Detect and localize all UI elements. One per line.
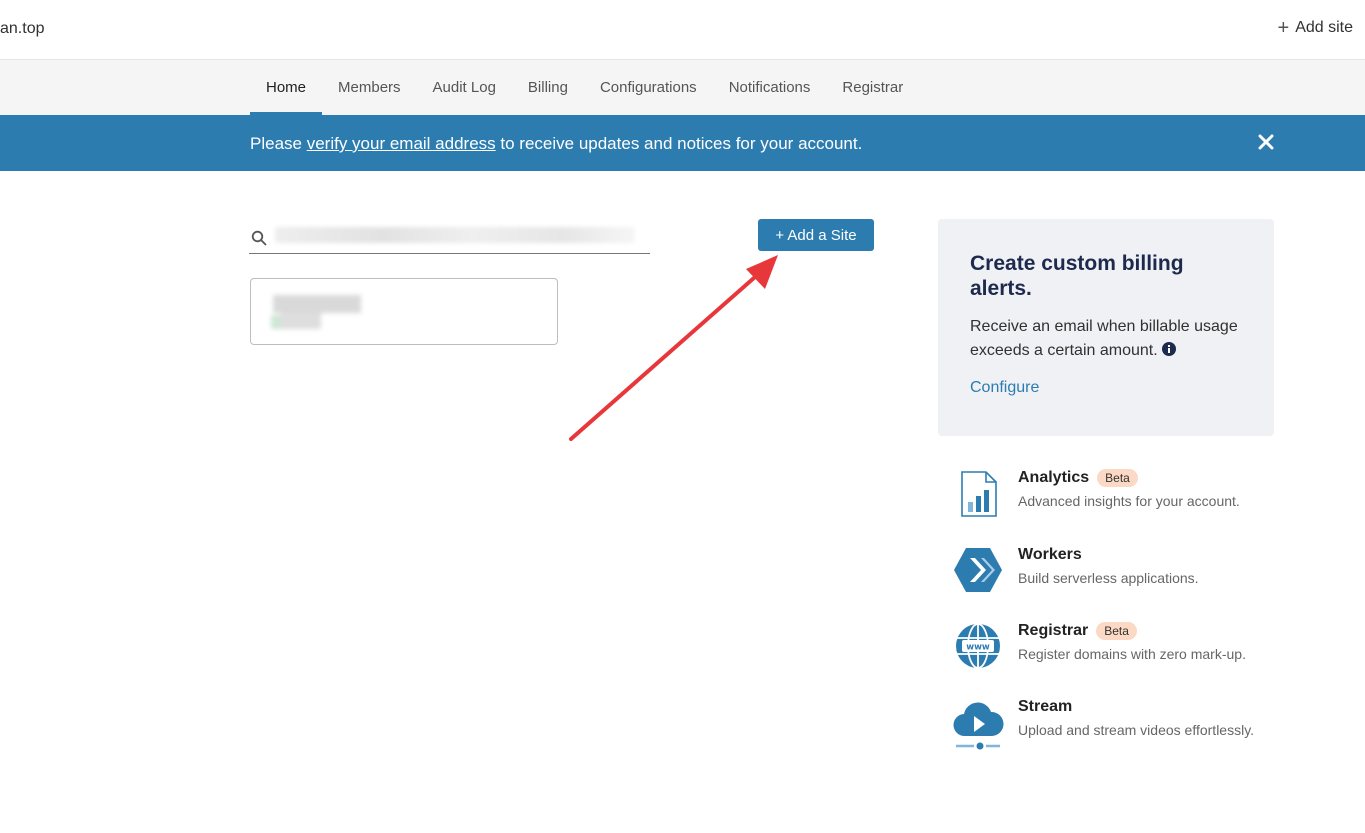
billing-card-description: Receive an email when billable usage exc…	[970, 315, 1242, 363]
workers-icon	[954, 548, 1002, 592]
stream-title-text: Stream	[1018, 698, 1073, 715]
product-stream[interactable]: Stream Upload and stream videos effortle…	[952, 698, 1282, 758]
tab-configurations[interactable]: Configurations	[584, 60, 713, 115]
banner-suffix: to receive updates and notices for your …	[495, 134, 863, 153]
billing-card-desc-text: Receive an email when billable usage exc…	[970, 318, 1238, 359]
product-workers-description: Build serverless applications.	[1018, 570, 1199, 586]
tab-home[interactable]: Home	[250, 60, 323, 115]
plus-icon: +	[1277, 17, 1290, 39]
annotation-arrow	[569, 255, 778, 441]
redacted-site-name	[263, 293, 361, 333]
tab-audit-log[interactable]: Audit Log	[417, 60, 512, 115]
product-registrar-description: Register domains with zero mark-up.	[1018, 646, 1246, 662]
nav-bar: Home Members Audit Log Billing Configura…	[0, 60, 1365, 115]
configure-link[interactable]: Configure	[970, 379, 1242, 397]
verify-email-banner: Please verify your email address to rece…	[0, 115, 1365, 171]
product-stream-title: Stream	[1018, 698, 1072, 716]
banner-prefix: Please	[250, 134, 307, 153]
product-registrar[interactable]: www Registrar Beta Register domains with…	[952, 622, 1282, 682]
search-icon	[251, 230, 267, 246]
tab-registrar[interactable]: Registrar	[826, 60, 919, 115]
close-icon[interactable]	[1255, 131, 1277, 153]
billing-card-title: Create custom billing alerts.	[970, 252, 1184, 300]
verify-email-link[interactable]: verify your email address	[307, 134, 496, 153]
info-icon[interactable]	[1161, 342, 1176, 356]
beta-badge: Beta	[1096, 622, 1137, 640]
product-workers[interactable]: Workers Build serverless applications.	[952, 546, 1282, 606]
top-add-site-link[interactable]: + Add site	[1277, 17, 1354, 39]
beta-badge: Beta	[1097, 469, 1138, 487]
svg-text:www: www	[966, 643, 990, 653]
tab-notifications[interactable]: Notifications	[713, 60, 827, 115]
tab-billing[interactable]: Billing	[512, 60, 584, 115]
product-registrar-title: Registrar Beta	[1018, 622, 1137, 640]
banner-message: Please verify your email address to rece…	[250, 134, 862, 154]
product-stream-description: Upload and stream videos effortlessly.	[1018, 722, 1255, 738]
top-bar: an.top + Add site	[0, 0, 1365, 60]
registrar-globe-icon: www	[956, 623, 1000, 669]
product-workers-title: Workers	[1018, 546, 1082, 564]
stream-icon	[953, 702, 1004, 750]
registrar-title-text: Registrar	[1018, 622, 1089, 639]
account-name[interactable]: an.top	[0, 20, 44, 38]
billing-alerts-card: Create custom billing alerts. Receive an…	[938, 219, 1274, 436]
top-add-site-label: Add site	[1295, 19, 1353, 36]
product-analytics-description: Advanced insights for your account.	[1018, 493, 1240, 509]
product-analytics[interactable]: Analytics Beta Advanced insights for you…	[952, 469, 1282, 529]
analytics-title-text: Analytics	[1018, 469, 1090, 486]
tab-members[interactable]: Members	[322, 60, 417, 115]
analytics-icon	[961, 471, 997, 517]
site-card[interactable]	[250, 278, 558, 345]
product-analytics-title: Analytics Beta	[1018, 469, 1138, 487]
workers-title-text: Workers	[1018, 546, 1082, 563]
nav-tabs: Home Members Audit Log Billing Configura…	[250, 60, 919, 115]
